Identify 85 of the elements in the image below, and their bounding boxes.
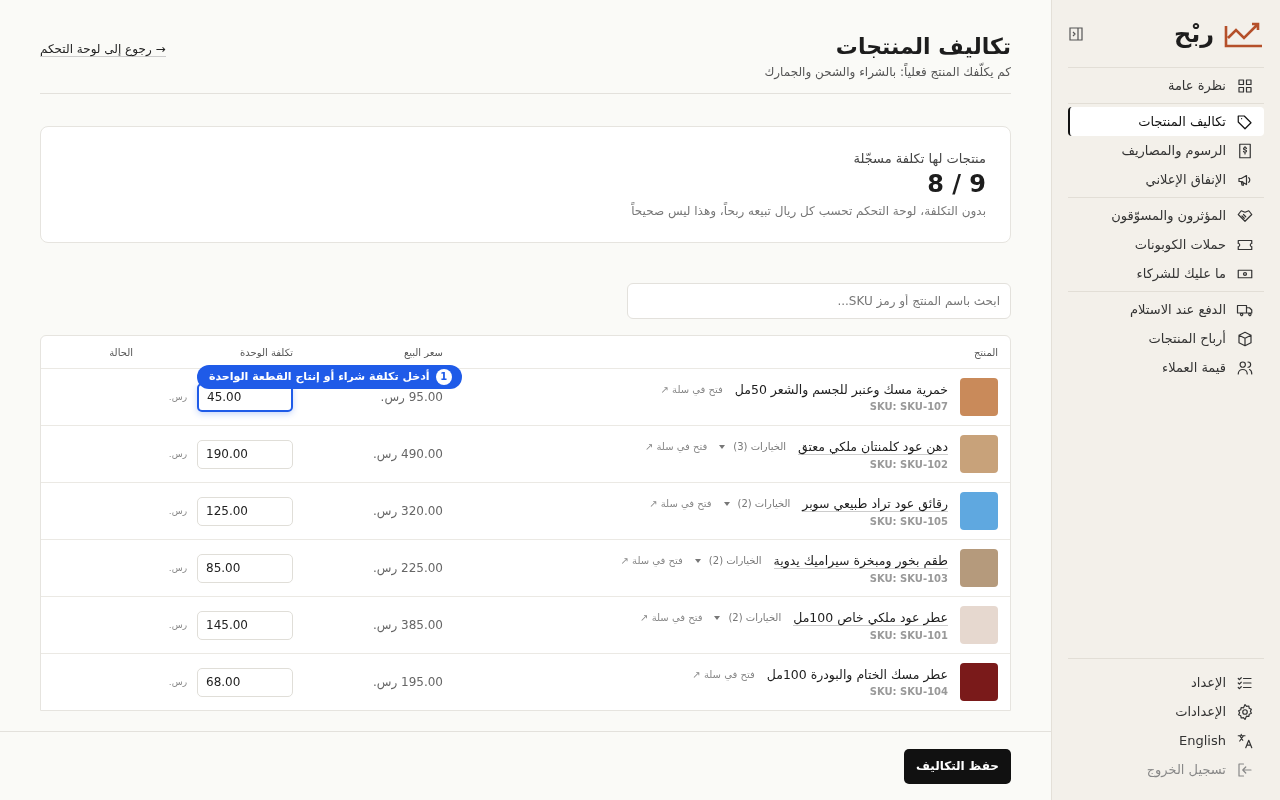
sidebar-item[interactable]: نظرة عامة [1068,71,1264,100]
logo-chart-icon [1224,20,1264,48]
translate-icon [1236,731,1254,750]
sidebar-item[interactable]: الرسوم والمصاريف [1068,136,1264,165]
currency-label: رس. [168,392,187,402]
sidebar-item[interactable]: ما عليك للشركاء [1068,259,1264,288]
photo-placeholder [960,435,998,473]
open-link[interactable]: فتح في سلة ↗ [640,612,703,623]
product-name: طقم بخور ومبخرة سيراميك يدوية [773,552,948,569]
sku-text: SKU: SKU-104 [868,686,948,697]
column-header: سعر البيع [402,346,443,358]
users-icon [1236,358,1254,377]
brand-name: ربْح [1173,20,1214,48]
product-name: رقائق عود تراد طبيعي سوبر [802,495,948,512]
caret-icon[interactable] [723,501,730,506]
product-name: دهن عود كلمنتان ملكي معتق [798,438,948,455]
open-link[interactable]: فتح في سلة ↗ [649,498,712,509]
sidebar-item[interactable]: المؤثرون والمسوّقون [1068,201,1264,230]
sidebar-item[interactable]: حملات الكوبونات [1068,230,1264,259]
product-name: عطر مسك الختام والبودرة 100مل [766,667,948,682]
sidebar-item[interactable]: تكاليف المنتجات [1068,107,1264,136]
box-icon [1236,329,1254,348]
column-header: الحالة [108,346,133,358]
summary-label: منتجات لها تكلفة مسجّلة [852,151,986,166]
cost-input[interactable]: 190.00 [197,439,293,469]
grid-icon [1236,76,1254,95]
price-text: 95.00 رس. [379,390,443,404]
currency-label: رس. [168,563,187,573]
product-name: عطر عود ملكي خاص 100مل [793,609,948,626]
column-header: المنتج [972,346,998,358]
open-link[interactable]: فتح في سلة ↗ [620,555,683,566]
back-link[interactable]: → رجوع إلى لوحة التحكم [40,42,166,57]
options-toggle[interactable]: الخيارات (2) [708,555,762,566]
currency-label: رس. [168,620,187,630]
sku-text: SKU: SKU-103 [868,572,948,584]
sidebar-item[interactable]: الإعدادات [1068,697,1264,726]
sku-text: SKU: SKU-102 [868,458,948,470]
tooltip-text: أدخل تكلفة شراء أو إنتاج القطعة الواحدة [209,370,430,383]
photo-placeholder [960,492,998,530]
currency-label: رس. [168,449,187,459]
price-text: 385.00 رس. [371,618,443,632]
dollar-bill-icon [1236,141,1254,160]
open-link[interactable]: فتح في سلة ↗ [644,441,708,452]
options-toggle[interactable]: الخيارات (3) [733,441,786,452]
page-title: تكاليف المنتجات [834,34,1011,59]
column-header: تكلفة الوحدة [239,346,293,358]
collapse-sidebar-icon[interactable] [1068,26,1084,42]
sidebar-item[interactable]: English [1068,726,1264,755]
photo-placeholder [960,549,998,587]
sidebar-item[interactable]: الإنفاق الإعلاني [1068,165,1264,194]
sidebar-item[interactable]: أرباح المنتجات [1068,324,1264,353]
photo-placeholder [960,663,998,701]
sidebar-item[interactable]: الإعداد [1068,668,1264,697]
options-toggle[interactable]: الخيارات (2) [728,612,782,623]
settings-icon [1236,702,1254,721]
photo-placeholder [960,606,998,644]
summary-note: بدون التكلفة، لوحة التحكم تحسب كل ريال تبيعه ربحاً، وهذا ليس صحيحاً [630,204,986,218]
cost-input[interactable]: 85.00 [197,553,293,583]
logout-icon [1236,760,1254,779]
currency-label: رس. [168,677,187,687]
price-text: 490.00 رس. [371,447,443,461]
product-name: خمرية مسك وعنبر للجسم والشعر 50مل [734,382,948,397]
sidebar-item[interactable]: قيمة العملاء [1068,353,1264,382]
sku-text: SKU: SKU-105 [868,515,948,527]
options-toggle[interactable]: الخيارات (2) [737,498,791,509]
price-text: 195.00 رس. [371,675,443,689]
cost-input[interactable]: 125.00 [197,496,293,526]
sku-text: SKU: SKU-101 [868,629,948,641]
save-button[interactable]: حفظ التكاليف [904,748,1011,784]
open-link[interactable]: فتح في سلة ↗ [660,384,723,395]
open-link[interactable]: فتح في سلة ↗ [692,669,755,680]
sku-text: SKU: SKU-107 [868,401,948,412]
currency-label: رس. [168,506,187,516]
caret-icon[interactable] [714,615,721,620]
summary-value: 8 / 9 [926,170,986,198]
cost-input[interactable]: 145.00 [197,610,293,640]
cost-input[interactable]: 68.00 [197,667,293,697]
sidebar-item[interactable]: الدفع عند الاستلام [1068,295,1264,324]
caret-icon[interactable] [719,444,726,449]
caret-icon[interactable] [694,558,701,563]
step-badge: 1 [435,368,452,385]
price-text: 225.00 رس. [371,561,443,575]
photo-placeholder [960,378,998,416]
tag-icon [1236,112,1254,131]
price-text: 320.00 رس. [371,504,443,518]
